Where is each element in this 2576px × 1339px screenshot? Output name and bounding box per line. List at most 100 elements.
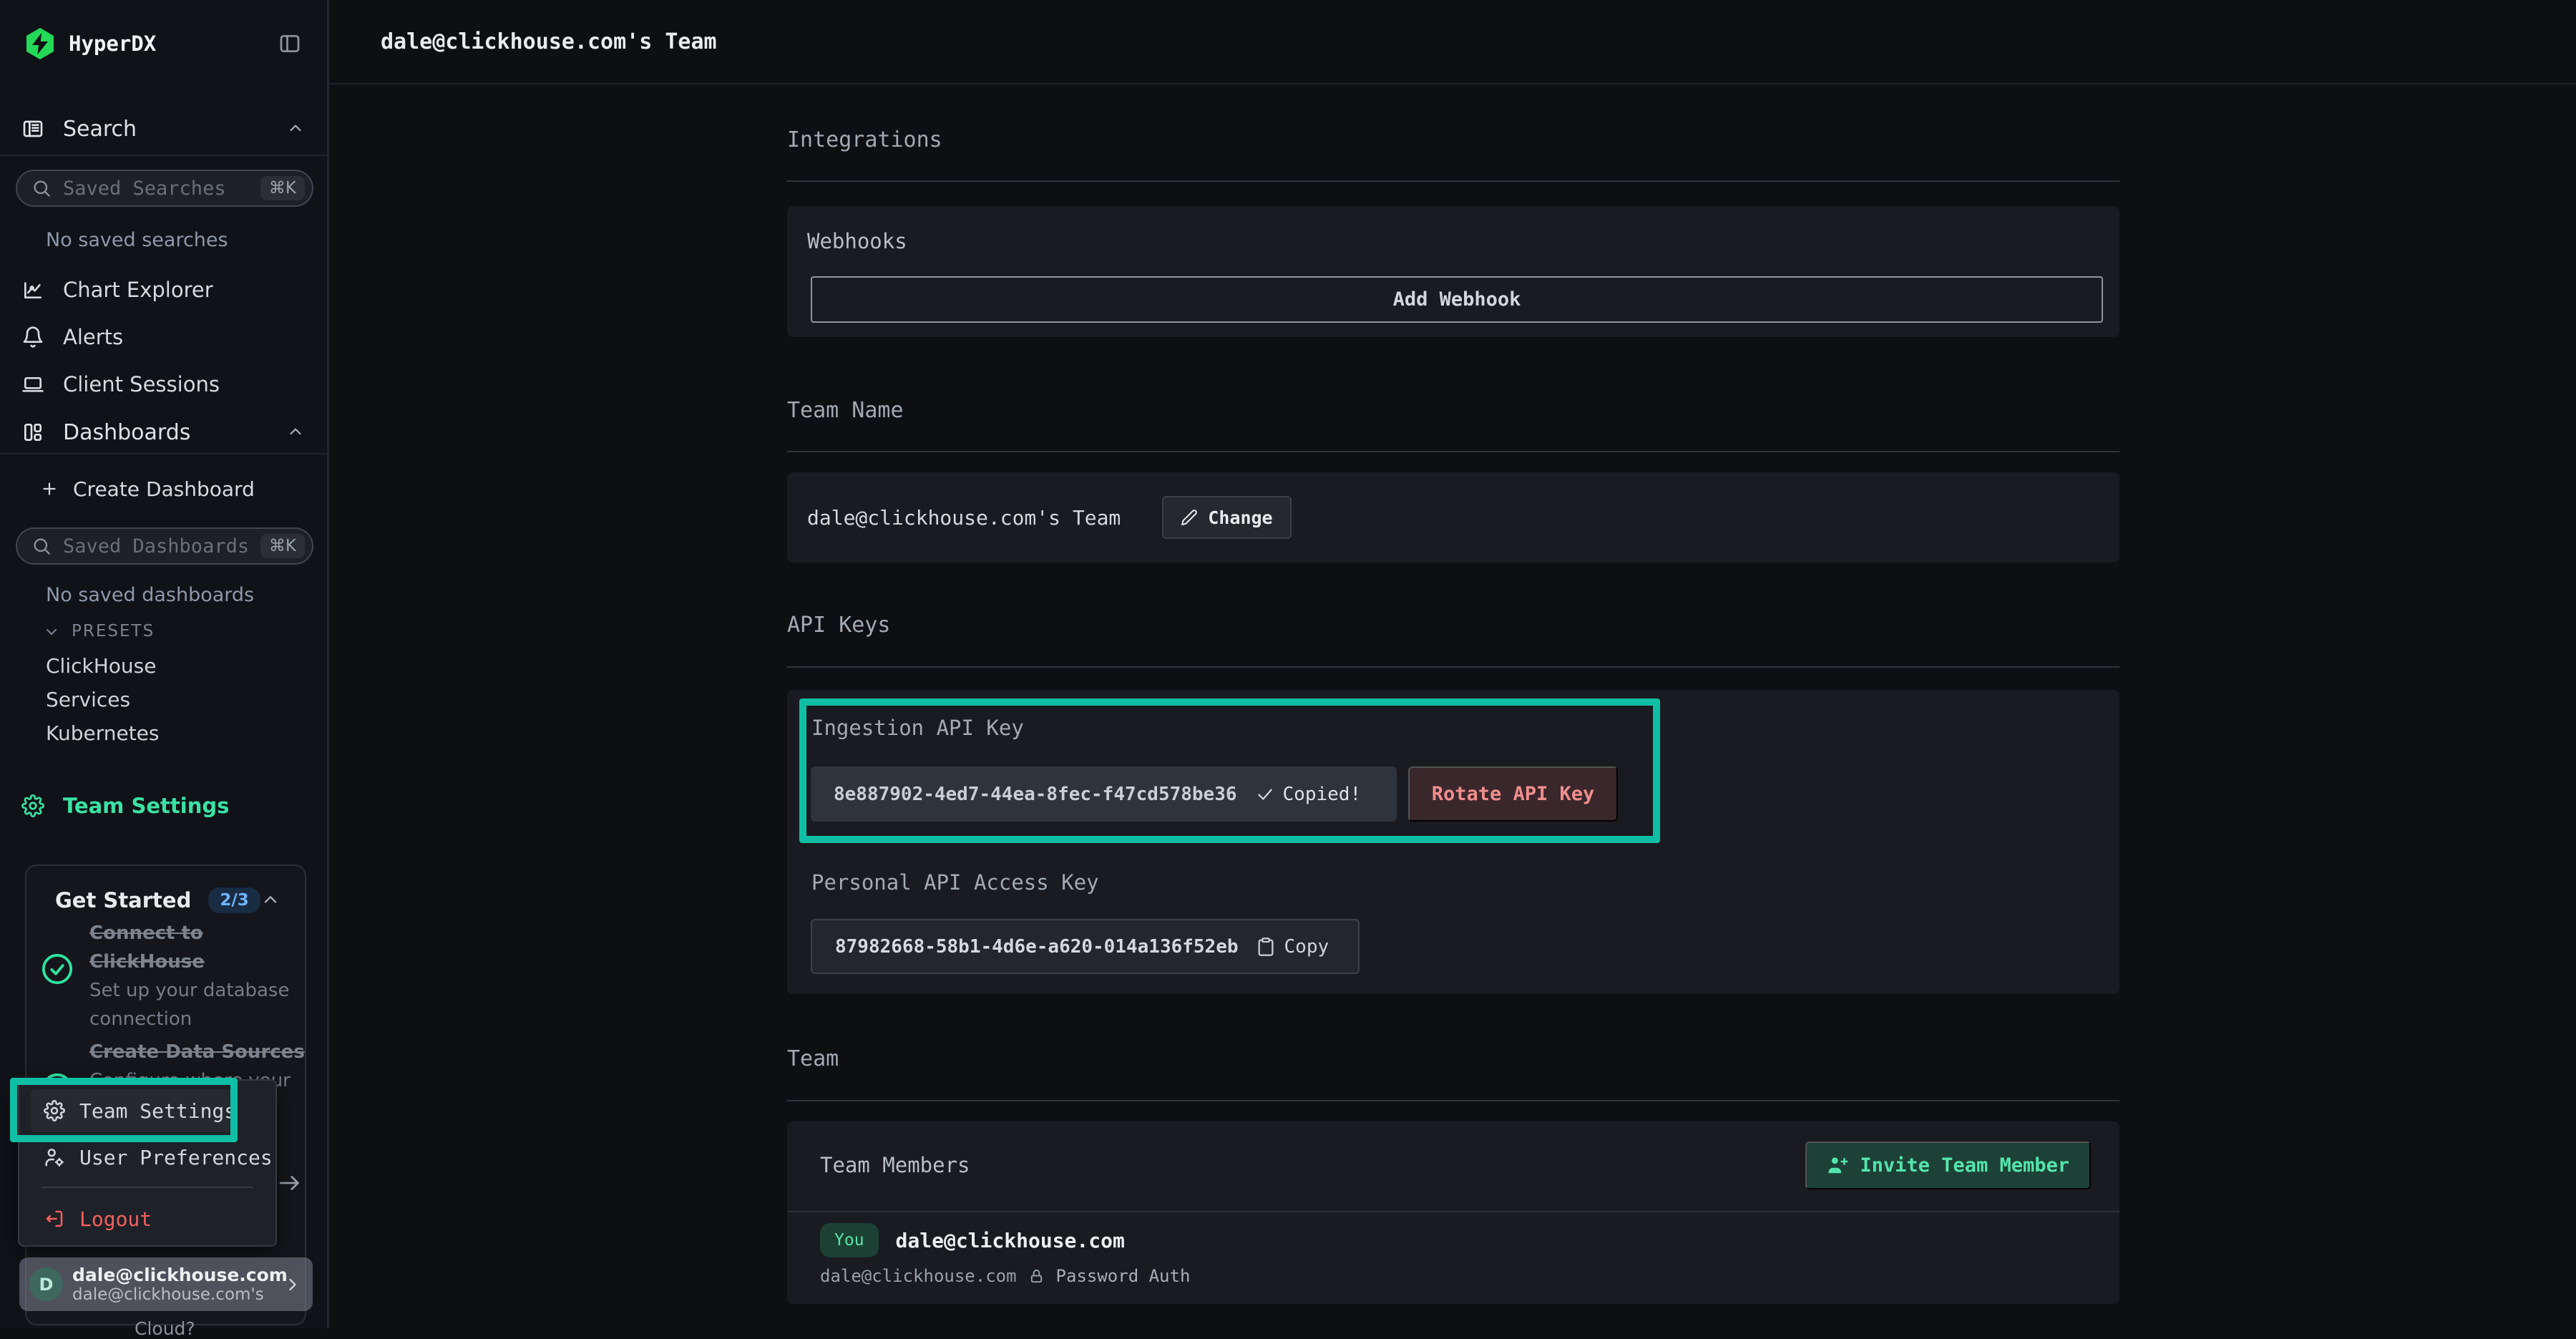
menu-item-team-settings[interactable]: Team Settings (31, 1089, 233, 1132)
shortcut-badge: ⌘K (260, 534, 305, 558)
saved-searches-placeholder: Saved Searches (63, 177, 249, 200)
cloud-link-fragment[interactable]: Cloud? (135, 1318, 195, 1339)
no-saved-dashboards-text: No saved dashboards (46, 584, 254, 606)
get-started-item-title: Connect to ClickHouse (89, 919, 308, 976)
saved-dashboards-placeholder: Saved Dashboards (63, 535, 249, 557)
menu-user-preferences-label: User Preferences (79, 1146, 273, 1169)
invite-button-label: Invite Team Member (1860, 1154, 2069, 1177)
arrow-right-icon (278, 1171, 302, 1195)
user-profile-button[interactable]: D dale@clickhouse.com dale@clickhouse.co… (19, 1257, 313, 1311)
team-name-card: dale@clickhouse.com's Team Change (787, 472, 2119, 563)
user-plus-icon (1827, 1154, 1848, 1176)
personal-api-key-label: Personal API Access Key (811, 870, 1099, 895)
check-circle-icon (41, 953, 74, 985)
chevron-right-icon (283, 1275, 303, 1295)
change-button-label: Change (1208, 507, 1272, 528)
laptop-icon (21, 373, 44, 396)
collapse-sidebar-icon[interactable] (278, 31, 302, 56)
sidebar-item-alerts[interactable]: Alerts (0, 320, 329, 354)
chevron-up-icon[interactable] (260, 890, 280, 910)
preset-kubernetes[interactable]: Kubernetes (46, 716, 160, 749)
app-title: HyperDX (69, 31, 156, 56)
sidebar-section-dashboards[interactable]: Dashboards (0, 415, 329, 449)
chevron-up-icon[interactable] (286, 120, 305, 138)
logo-row: HyperDX (23, 26, 156, 62)
saved-searches-input[interactable]: Saved Searches ⌘K (16, 170, 313, 207)
gear-icon (44, 1100, 65, 1121)
gear-icon (21, 794, 44, 817)
menu-item-user-preferences[interactable]: User Preferences (31, 1136, 264, 1179)
no-saved-searches-text: No saved searches (46, 229, 228, 251)
team-settings-label: Team Settings (63, 794, 229, 818)
user-name: dale@clickhouse.com (72, 1265, 273, 1285)
sidebar-item-team-settings[interactable]: Team Settings (0, 789, 329, 823)
card-divider (787, 1211, 2119, 1212)
member-name: dale@clickhouse.com (896, 1229, 1125, 1252)
get-started-title: Get Started (55, 888, 191, 912)
sidebar: HyperDX Search Saved Searches ⌘K No save… (0, 0, 329, 1328)
account-menu: Team Settings User Preferences Logout (18, 1079, 277, 1247)
plus-icon (40, 479, 59, 498)
hyperdx-logo-icon (23, 26, 57, 61)
shortcut-badge: ⌘K (260, 176, 305, 200)
change-team-name-button[interactable]: Change (1162, 496, 1291, 539)
line-chart-icon (21, 278, 44, 301)
section-divider (787, 666, 2119, 668)
sidebar-item-label: Chart Explorer (63, 278, 213, 302)
webhooks-title: Webhooks (807, 229, 907, 253)
sidebar-divider (0, 155, 329, 156)
sidebar-item-chart-explorer[interactable]: Chart Explorer (0, 273, 329, 307)
get-started-progress-badge: 2/3 (208, 887, 260, 913)
section-divider (787, 1100, 2119, 1101)
team-heading: Team (787, 1045, 2119, 1073)
get-started-item[interactable]: Connect to ClickHouse Set up your databa… (89, 919, 308, 1033)
sidebar-item-label: Client Sessions (63, 372, 220, 396)
get-started-item-subtitle: Set up your database connection (89, 976, 308, 1033)
menu-item-logout[interactable]: Logout (31, 1197, 264, 1240)
search-icon (31, 178, 52, 198)
search-icon (31, 536, 52, 556)
presets-toggle[interactable]: PRESETS (43, 617, 155, 646)
create-dashboard-button[interactable]: Create Dashboard (0, 472, 329, 506)
bell-icon (21, 326, 44, 349)
search-section-label: Search (63, 117, 137, 142)
sidebar-item-label: Alerts (63, 325, 123, 349)
auth-method: Password Auth (1056, 1266, 1191, 1286)
check-icon (1256, 785, 1274, 804)
clipboard-icon (1256, 937, 1276, 957)
lock-icon (1028, 1268, 1045, 1285)
rotate-api-key-button[interactable]: Rotate API Key (1408, 766, 1618, 822)
api-keys-card: Ingestion API Key 8e887902-4ed7-44ea-8fe… (787, 690, 2119, 994)
menu-logout-label: Logout (79, 1207, 152, 1231)
chevron-down-icon (43, 623, 60, 640)
personal-api-key-chip[interactable]: 87982668-58b1-4d6e-a620-014a136f52eb Cop… (811, 919, 1360, 974)
team-member-meta: dale@clickhouse.com Password Auth (820, 1265, 1190, 1287)
copy-label: Copy (1284, 936, 1330, 958)
dashboards-icon (21, 421, 44, 444)
section-divider (787, 180, 2119, 182)
team-members-card: Team Members Invite Team Member You dale… (787, 1121, 2119, 1304)
menu-divider (42, 1187, 253, 1188)
ingestion-api-key-chip[interactable]: 8e887902-4ed7-44ea-8fec-f47cd578be36 Cop… (811, 766, 1397, 822)
integrations-heading: Integrations (787, 126, 2119, 155)
invite-team-member-button[interactable]: Invite Team Member (1805, 1141, 2091, 1189)
menu-team-settings-label: Team Settings (79, 1099, 236, 1123)
you-badge: You (820, 1223, 879, 1257)
team-name-heading: Team Name (787, 396, 2119, 425)
reader-icon (21, 117, 44, 140)
chevron-up-icon[interactable] (286, 423, 305, 442)
team-member-row: You dale@clickhouse.com (820, 1223, 1125, 1257)
preset-clickhouse[interactable]: ClickHouse (46, 649, 156, 682)
saved-dashboards-input[interactable]: Saved Dashboards ⌘K (16, 527, 313, 565)
section-divider (787, 451, 2119, 452)
page-title: dale@clickhouse.com's Team (381, 29, 717, 54)
sidebar-section-search[interactable]: Search (0, 112, 329, 146)
dashboards-section-label: Dashboards (63, 420, 190, 445)
add-webhook-button[interactable]: Add Webhook (811, 276, 2103, 323)
sidebar-item-client-sessions[interactable]: Client Sessions (0, 367, 329, 401)
team-name-value: dale@clickhouse.com's Team (807, 506, 1121, 530)
logout-icon (44, 1208, 65, 1230)
preset-services[interactable]: Services (46, 683, 130, 716)
sidebar-divider (0, 453, 329, 454)
get-started-item-title: Create Data Sources (89, 1038, 308, 1066)
